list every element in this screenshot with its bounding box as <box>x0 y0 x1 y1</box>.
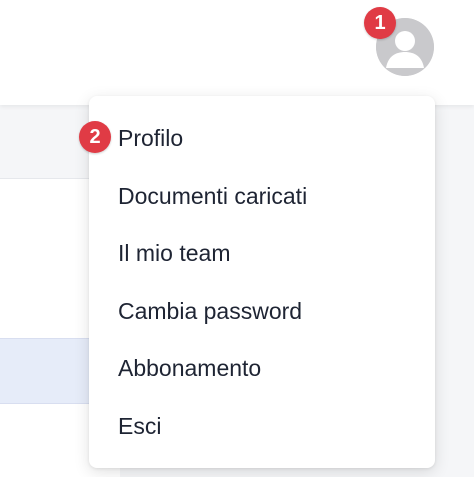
menu-item-esci[interactable]: Esci <box>89 398 435 456</box>
menu-item-abbonamento[interactable]: Abbonamento <box>89 340 435 398</box>
annotation-badge-2: 2 <box>79 121 111 153</box>
menu-item-cambia-password[interactable]: Cambia password <box>89 283 435 341</box>
menu-item-il-mio-team[interactable]: Il mio team <box>89 225 435 283</box>
menu-item-profilo[interactable]: Profilo <box>89 110 435 168</box>
annotation-badge-1: 1 <box>364 7 396 39</box>
user-dropdown-menu: Profilo Documenti caricati Il mio team C… <box>89 96 435 468</box>
menu-item-documenti-caricati[interactable]: Documenti caricati <box>89 168 435 226</box>
